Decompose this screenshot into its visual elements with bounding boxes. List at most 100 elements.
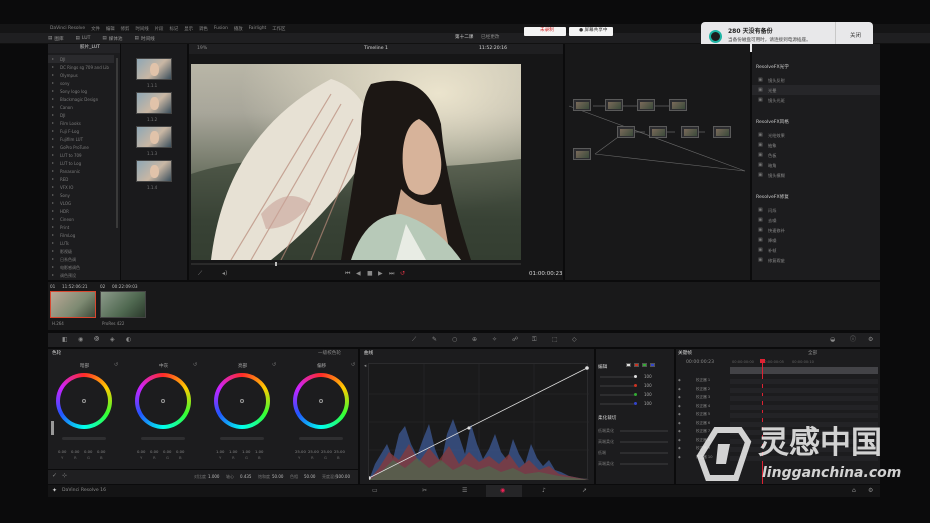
wheel-center-handle[interactable] [161, 399, 165, 403]
header-tab[interactable]: ▤ LUT [76, 36, 91, 42]
lut-item[interactable]: ▸ DJI [48, 55, 114, 63]
menu-item[interactable]: Fusion [214, 26, 228, 32]
track-lock-icon[interactable]: ◆ [678, 412, 681, 416]
fx-section-title[interactable]: ResolveFX修复 [756, 194, 789, 200]
fx-item[interactable]: ▣ 抽象 [752, 140, 880, 150]
node-8[interactable] [713, 126, 731, 138]
wheel-value[interactable]: 0.00 [150, 449, 158, 454]
lut-item[interactable]: ▸ RED [48, 175, 114, 183]
vertical-slider[interactable] [51, 421, 54, 435]
zoom-level[interactable]: 19% [197, 46, 207, 52]
wheel-reset-icon[interactable]: ↺ [114, 362, 118, 368]
lut-item[interactable]: ▸ DC Rings sg 709 and Lib [48, 63, 114, 71]
header-tab[interactable]: ▤ 时间线 [135, 36, 155, 42]
wheel-value[interactable]: 0.00 [84, 449, 92, 454]
wheel-value[interactable]: 25.00 [295, 449, 306, 454]
fx-item[interactable]: ▣ 镜头反射 [752, 75, 880, 85]
wheel-value[interactable]: 0.00 [163, 449, 171, 454]
track-lock-icon[interactable]: ◆ [678, 429, 681, 433]
lut-item[interactable]: ▸ Blackmagic Design [48, 95, 114, 103]
channel-b-toggle[interactable] [650, 363, 655, 367]
clip-thumbnail[interactable] [50, 291, 96, 318]
camera-raw-icon[interactable]: ◧ [62, 337, 68, 343]
node-3[interactable] [637, 99, 655, 111]
settings-icon[interactable]: ⚙ [868, 337, 873, 343]
wheel-reset-icon[interactable]: ↺ [351, 362, 355, 368]
wheel-value[interactable]: 1.00 [216, 449, 224, 454]
page-fairlight-icon[interactable]: ♪ [542, 488, 546, 494]
page-cut-icon[interactable]: ✂ [422, 488, 427, 494]
track-lane[interactable] [730, 387, 878, 393]
page-deliver-icon[interactable]: ➚ [582, 488, 587, 494]
track-lock-icon[interactable]: ◆ [678, 387, 681, 391]
wheel-value[interactable]: 1.00 [255, 449, 263, 454]
channel-r-toggle[interactable] [634, 363, 639, 367]
page-color-icon[interactable]: ◉ [500, 488, 505, 494]
color-wheel[interactable] [56, 373, 112, 429]
keyframes-filter[interactable]: 全部 [808, 351, 817, 357]
brush-icon[interactable]: ⟋ [198, 271, 202, 277]
wheel-value[interactable]: 0.00 [58, 449, 66, 454]
soft-clip-slider[interactable] [620, 463, 668, 465]
fx-section-title[interactable]: ResolveFX光学 [756, 64, 789, 70]
track-lane[interactable] [730, 404, 878, 410]
footer-param-value[interactable]: 50.00 [272, 474, 283, 479]
fx-section-title[interactable]: ResolveFX风格 [756, 119, 789, 125]
page-edit-icon[interactable]: ☰ [462, 488, 467, 494]
channel-y-toggle[interactable] [626, 363, 631, 367]
footer-param-value[interactable]: 50.00 [304, 474, 315, 479]
curves-tool-icon[interactable]: ⟋ [412, 337, 416, 343]
track-lane[interactable] [730, 396, 878, 401]
menu-item[interactable]: 修剪 [121, 26, 130, 32]
speaker-icon[interactable]: ◂) [222, 271, 227, 277]
3d-icon[interactable]: ◇ [572, 337, 577, 343]
fx-item[interactable]: ▣ 降噪 [752, 235, 880, 245]
curves-ruler-icon[interactable]: ◂ [364, 364, 366, 370]
lut-item[interactable]: ▸ 日系色调 [48, 255, 114, 263]
menu-item[interactable]: DaVinci Resolve [50, 26, 85, 32]
menu-item[interactable]: 显示 [184, 26, 193, 32]
curves-graph[interactable] [367, 363, 589, 480]
track-lock-icon[interactable]: ◆ [678, 404, 681, 408]
fx-item[interactable]: ▣ 色板 [752, 150, 880, 160]
menu-item[interactable]: 时间线 [135, 26, 148, 32]
key-icon[interactable]: ⚿ [532, 337, 537, 343]
soft-clip-slider[interactable] [620, 452, 668, 454]
channel-slider[interactable] [600, 385, 634, 387]
gallery-still[interactable] [136, 160, 172, 182]
lut-item[interactable]: ▸ 电影感调色 [48, 263, 114, 271]
wheel-reset-icon[interactable]: ↺ [272, 362, 276, 368]
color-match-icon[interactable]: ◉ [78, 337, 83, 343]
lut-item[interactable]: ▸ sony [48, 79, 114, 87]
clip-thumbnail[interactable] [100, 291, 146, 318]
fx-item[interactable]: ▣ 闪烁 [752, 205, 880, 215]
timeline-name[interactable]: Timeline 1 [364, 46, 388, 52]
footer-param-value[interactable]: 100.00 [336, 474, 350, 479]
channel-g-toggle[interactable] [642, 363, 647, 367]
channel-value[interactable]: 100 [644, 401, 652, 406]
menu-item[interactable]: 标记 [169, 26, 178, 32]
wheel-master-slider[interactable] [220, 437, 264, 440]
lut-item[interactable]: ▸ Fujifilm LUT [48, 135, 114, 143]
playhead-marker[interactable] [275, 262, 277, 266]
keyframe-playhead-head[interactable] [760, 359, 765, 363]
wheel-value[interactable]: 25.00 [321, 449, 332, 454]
reverse-icon[interactable]: ◀ [356, 271, 361, 277]
channel-value[interactable]: 100 [644, 392, 652, 397]
lut-item[interactable]: ▸ Sony logo log [48, 87, 114, 95]
fx-item[interactable]: ▣ 快速修补 [752, 225, 880, 235]
footer-param-value[interactable]: 0.435 [240, 474, 251, 479]
fx-item[interactable]: ▣ 镜头模糊 [752, 170, 880, 180]
channel-value[interactable]: 100 [644, 374, 652, 379]
fx-item[interactable]: ▣ 修复瑕疵 [752, 255, 880, 265]
channel-value[interactable]: 100 [644, 383, 652, 388]
lut-item[interactable]: ▸ LUT to Log [48, 159, 114, 167]
lut-item[interactable]: ▸ Sony [48, 191, 114, 199]
stop-icon[interactable]: ■ [367, 271, 373, 277]
soft-clip-slider[interactable] [620, 430, 668, 432]
channel-slider[interactable] [600, 403, 634, 405]
lut-item[interactable]: ▸ Cineon [48, 215, 114, 223]
menu-item[interactable]: Fairlight [249, 26, 267, 32]
track-lock-icon[interactable]: ◆ [678, 421, 681, 425]
wheel-reset-icon[interactable]: ↺ [193, 362, 197, 368]
